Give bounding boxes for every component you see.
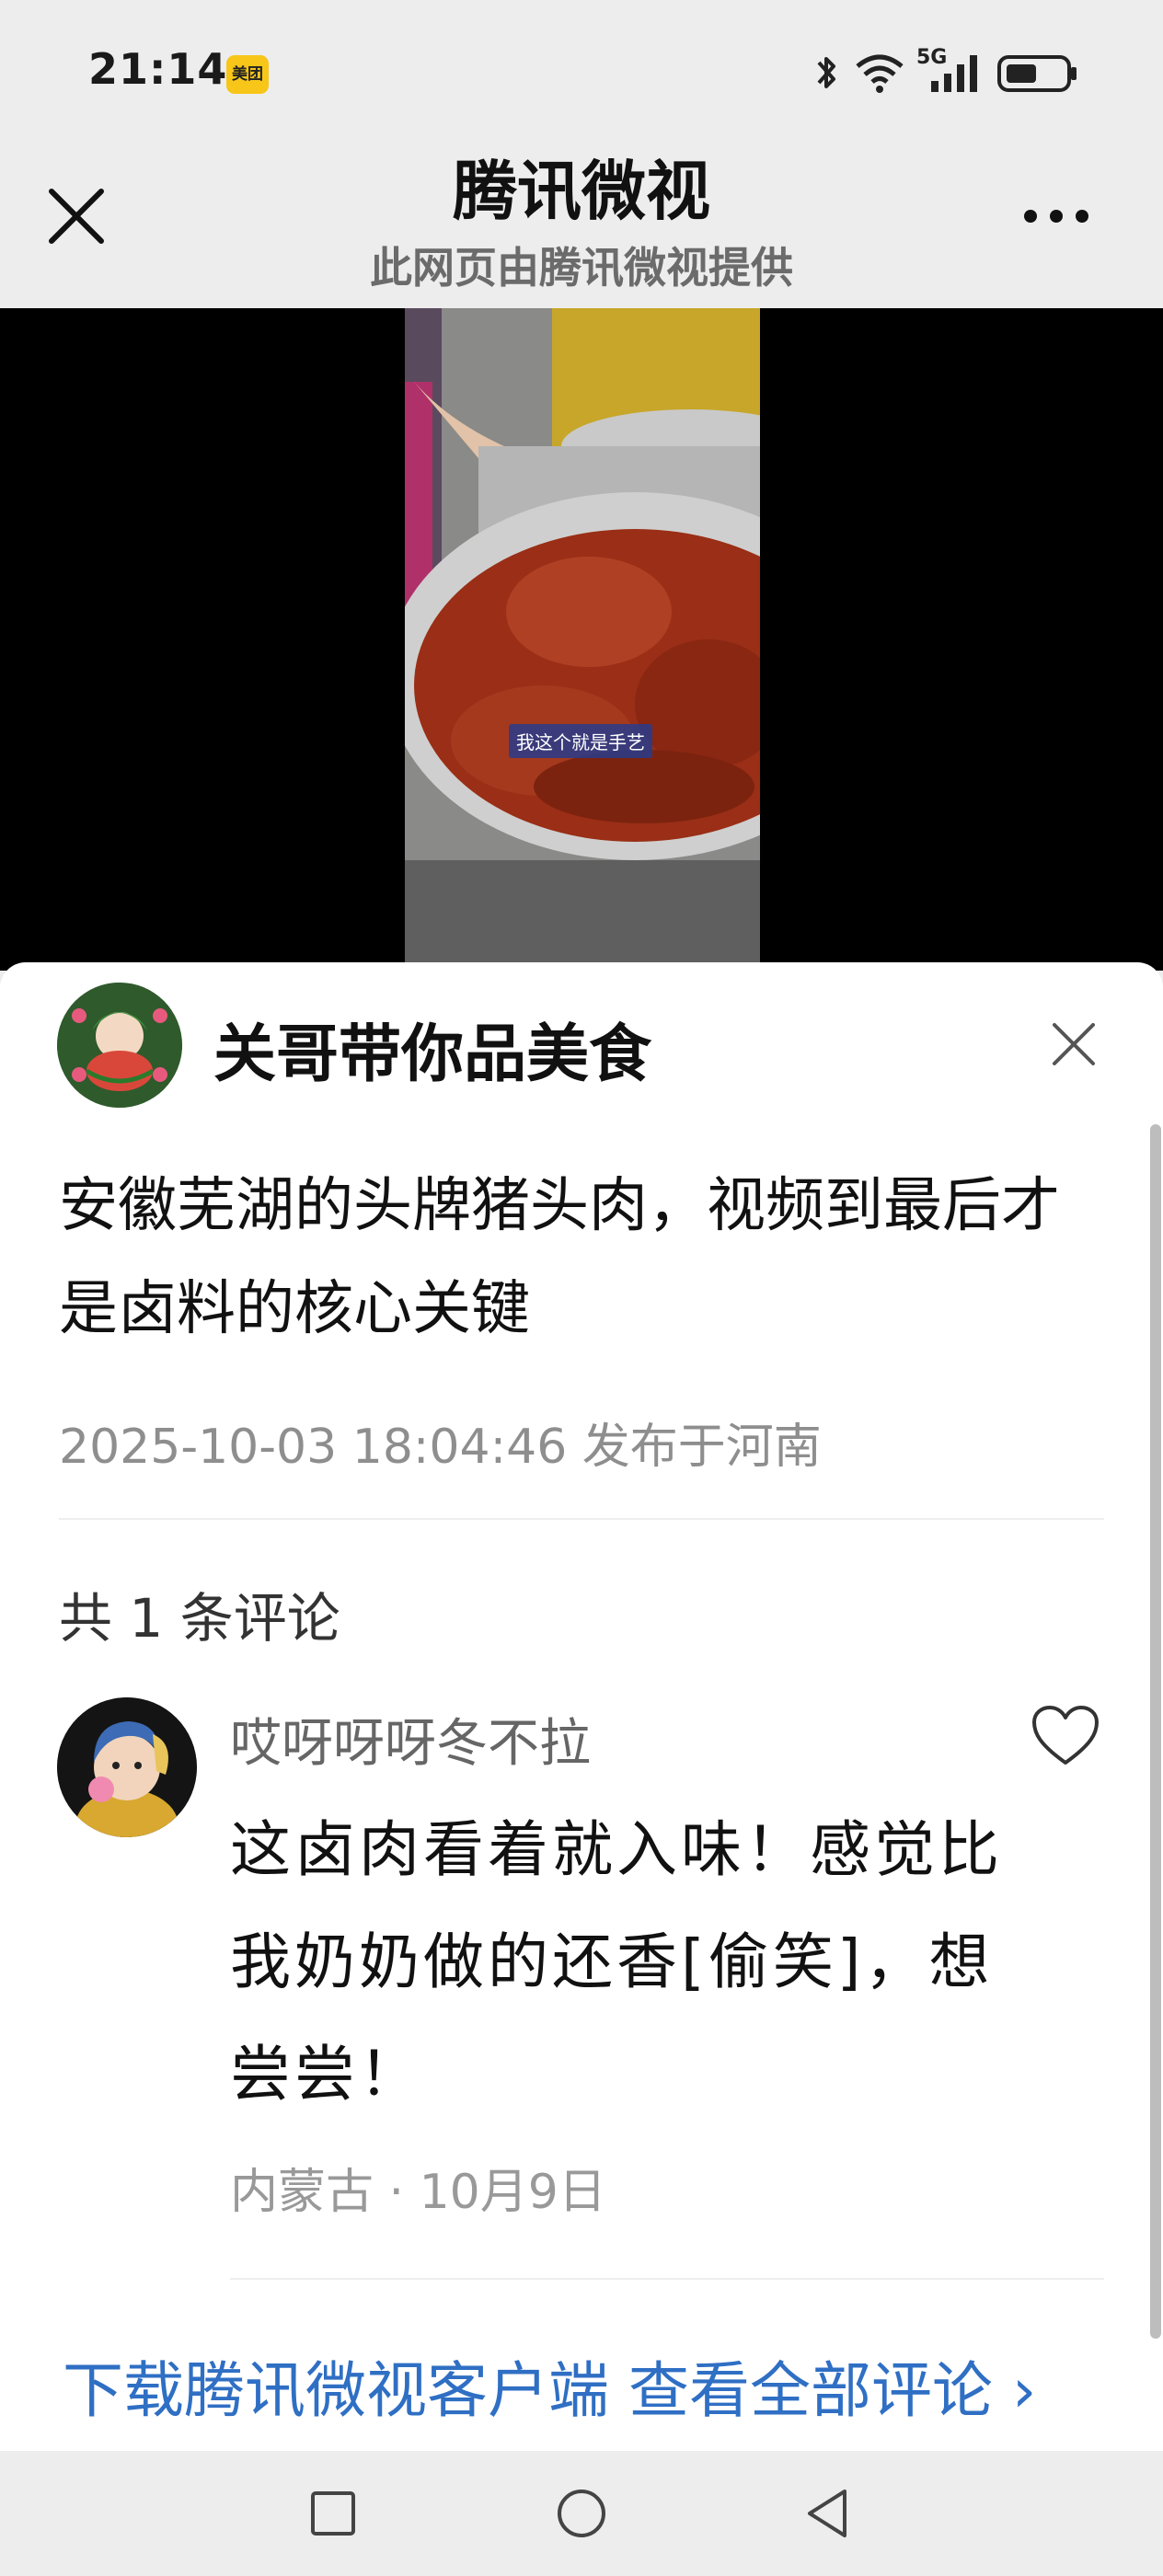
comment-count: 共 1 条评论	[59, 1587, 340, 1650]
signal-icon	[931, 55, 977, 92]
page-subtitle: 此网页由腾讯微视提供	[370, 243, 793, 293]
recent-apps-icon[interactable]	[304, 2484, 363, 2543]
battery-icon	[997, 55, 1077, 92]
home-icon[interactable]	[552, 2484, 611, 2543]
comment-meta: 内蒙古 · 10月9日	[230, 2165, 606, 2220]
meituan-badge-icon: 美团	[226, 55, 269, 94]
divider	[59, 1518, 1104, 1520]
post-title: 安徽芜湖的头牌猪头肉，视频到最后才是卤料的核心关键	[59, 1172, 1060, 1343]
author-avatar[interactable]	[57, 983, 182, 1108]
commenter-name[interactable]: 哎呀呀呀冬不拉	[230, 1702, 591, 1777]
page-title: 腾讯微视	[453, 154, 710, 229]
commenter-avatar[interactable]	[57, 1697, 197, 1837]
wifi-icon	[856, 54, 904, 93]
author-name[interactable]: 关哥带你品美食	[213, 1003, 651, 1094]
comment-text: 这卤肉看着就入味！感觉比我奶奶做的还香[偷笑]，想尝尝！	[230, 1814, 1003, 2110]
video-frame[interactable]: 我这个就是手艺	[405, 308, 760, 971]
video-player[interactable]: 我这个就是手艺	[0, 308, 1163, 971]
download-app-link[interactable]: 下载腾讯微视客户端 查看全部评论 ›	[63, 2341, 1036, 2430]
like-heart-icon[interactable]	[1031, 1704, 1100, 1768]
close-sheet-icon[interactable]	[1049, 1019, 1099, 1069]
author-avatar-image	[57, 983, 182, 1108]
back-icon[interactable]	[799, 2484, 858, 2543]
video-thumbnail	[405, 308, 760, 971]
screen: 21:14 美团 5G 腾讯微视 此网页由腾讯微视提供 我这个就是手艺 关哥带你…	[0, 0, 1163, 2576]
more-options-icon[interactable]	[1019, 202, 1093, 230]
status-time: 21:14	[88, 44, 228, 94]
post-meta: 2025-10-03 18:04:46 发布于河南	[59, 1420, 822, 1475]
divider	[230, 2278, 1104, 2280]
scrollbar[interactable]	[1150, 1124, 1161, 2339]
video-caption: 我这个就是手艺	[509, 724, 652, 758]
commenter-avatar-image	[57, 1697, 197, 1837]
bluetooth-icon	[817, 57, 835, 88]
